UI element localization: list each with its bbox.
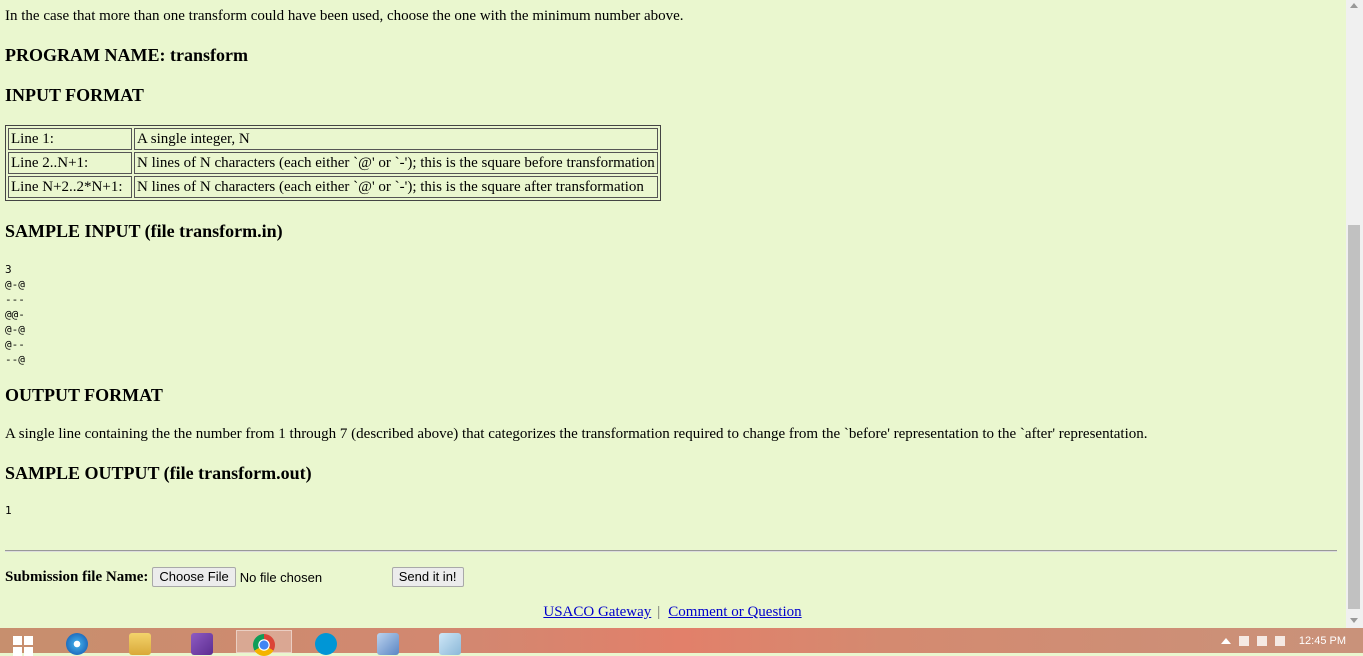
table-cell-desc: A single integer, N: [134, 128, 658, 150]
table-cell-line: Line N+2..2*N+1:: [8, 176, 132, 198]
footer-links: USACO Gateway | Comment or Question: [5, 603, 1340, 621]
send-it-in-button[interactable]: Send it in!: [391, 567, 464, 587]
internet-explorer-icon: [66, 633, 88, 655]
file-status-text: No file chosen: [239, 569, 323, 585]
show-hidden-icons-icon[interactable]: [1220, 637, 1231, 644]
sample-input-heading: SAMPLE INPUT (file transform.in): [5, 221, 283, 241]
table-row: Line 2..N+1: N lines of N characters (ea…: [8, 152, 658, 174]
visual-studio-icon: [191, 633, 213, 655]
sample-input-block: 3 @-@ --- @@- @-@ @-- --@: [5, 263, 25, 366]
notepad-icon: [439, 633, 461, 655]
intro-text: In the case that more than one transform…: [5, 8, 684, 24]
windows-logo-icon: [13, 636, 33, 656]
submission-form: Submission file Name: Choose File No fil…: [5, 566, 464, 588]
scroll-up-arrow-icon[interactable]: [1350, 3, 1358, 8]
taskbar-virtualbox[interactable]: [360, 630, 416, 655]
taskbar-file-explorer[interactable]: [112, 630, 168, 655]
output-format-heading: OUTPUT FORMAT: [5, 385, 163, 405]
comment-question-link[interactable]: Comment or Question: [668, 604, 801, 620]
system-tray: 12:45 PM: [1220, 628, 1363, 653]
output-description: A single line containing the the number …: [5, 426, 1148, 442]
usaco-gateway-link[interactable]: USACO Gateway: [543, 604, 651, 620]
table-cell-line: Line 2..N+1:: [8, 152, 132, 174]
windows-taskbar: 12:45 PM: [0, 628, 1363, 656]
taskbar-visual-studio[interactable]: [174, 630, 230, 655]
taskbar-chrome[interactable]: [236, 630, 292, 656]
clock-time[interactable]: 12:45 PM: [1299, 635, 1346, 647]
file-explorer-icon: [129, 633, 151, 655]
table-cell-desc: N lines of N characters (each either `@'…: [134, 176, 658, 198]
taskbar-hp[interactable]: [298, 630, 354, 655]
input-format-heading: INPUT FORMAT: [5, 85, 144, 105]
divider: [5, 550, 1337, 552]
hp-icon: [315, 633, 337, 655]
volume-icon[interactable]: [1274, 635, 1285, 646]
browser-page: In the case that more than one transform…: [0, 0, 1346, 628]
network-icon[interactable]: [1256, 635, 1267, 646]
submission-label: Submission file Name:: [5, 568, 149, 585]
footer-separator: |: [657, 604, 661, 620]
scroll-down-arrow-icon[interactable]: [1350, 618, 1358, 623]
virtualbox-icon: [377, 633, 399, 655]
table-row: Line 1: A single integer, N: [8, 128, 658, 150]
sample-output-heading: SAMPLE OUTPUT (file transform.out): [5, 463, 312, 483]
scrollbar-thumb[interactable]: [1348, 225, 1360, 609]
start-button[interactable]: [0, 630, 46, 656]
table-cell-desc: N lines of N characters (each either `@'…: [134, 152, 658, 174]
input-format-table: Line 1: A single integer, N Line 2..N+1:…: [5, 125, 661, 201]
choose-file-button[interactable]: Choose File: [152, 567, 236, 587]
taskbar-internet-explorer[interactable]: [49, 630, 105, 655]
program-name-heading: PROGRAM NAME: transform: [5, 45, 248, 65]
table-cell-line: Line 1:: [8, 128, 132, 150]
sample-output-block: 1: [5, 504, 12, 517]
flag-icon[interactable]: [1238, 635, 1249, 646]
taskbar-notepad[interactable]: [422, 630, 478, 655]
table-row: Line N+2..2*N+1: N lines of N characters…: [8, 176, 658, 198]
vertical-scrollbar[interactable]: [1346, 0, 1363, 628]
